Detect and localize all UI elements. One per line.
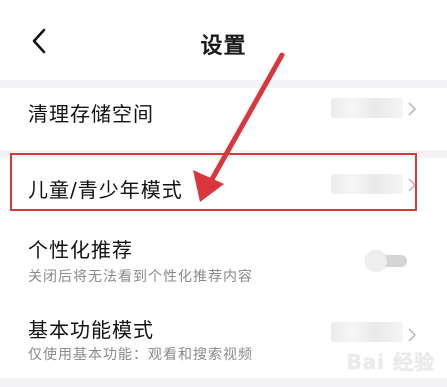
settings-item-description: 仅使用基本功能：观看和搜索视频 bbox=[28, 347, 253, 363]
blurred-value bbox=[331, 322, 403, 342]
chevron-right-icon bbox=[408, 178, 417, 192]
section-divider bbox=[0, 80, 447, 88]
watermark-logo: Bai 经验 bbox=[346, 350, 435, 374]
toggle-knob bbox=[365, 250, 387, 272]
settings-item-clear-storage[interactable]: 清理存储空间 bbox=[0, 88, 447, 150]
settings-item-youth-mode[interactable]: 儿童/青少年模式 bbox=[0, 158, 447, 220]
settings-item-description: 关闭后将无法看到个性化推荐内容 bbox=[28, 269, 253, 285]
section-divider bbox=[0, 150, 447, 158]
settings-item-label: 清理存储空间 bbox=[28, 102, 154, 126]
section-divider bbox=[0, 378, 447, 387]
chevron-right-icon bbox=[408, 328, 417, 342]
settings-item-label: 儿童/青少年模式 bbox=[28, 178, 183, 202]
settings-item-label: 基本功能模式 bbox=[28, 318, 154, 342]
blurred-value bbox=[331, 98, 403, 118]
personalized-recommendation-toggle[interactable] bbox=[365, 250, 407, 272]
top-bar: 设置 bbox=[0, 0, 447, 80]
chevron-right-icon bbox=[408, 102, 417, 116]
blurred-value bbox=[331, 174, 403, 194]
page-title: 设置 bbox=[200, 34, 247, 59]
settings-item-label: 个性化推荐 bbox=[28, 238, 133, 262]
